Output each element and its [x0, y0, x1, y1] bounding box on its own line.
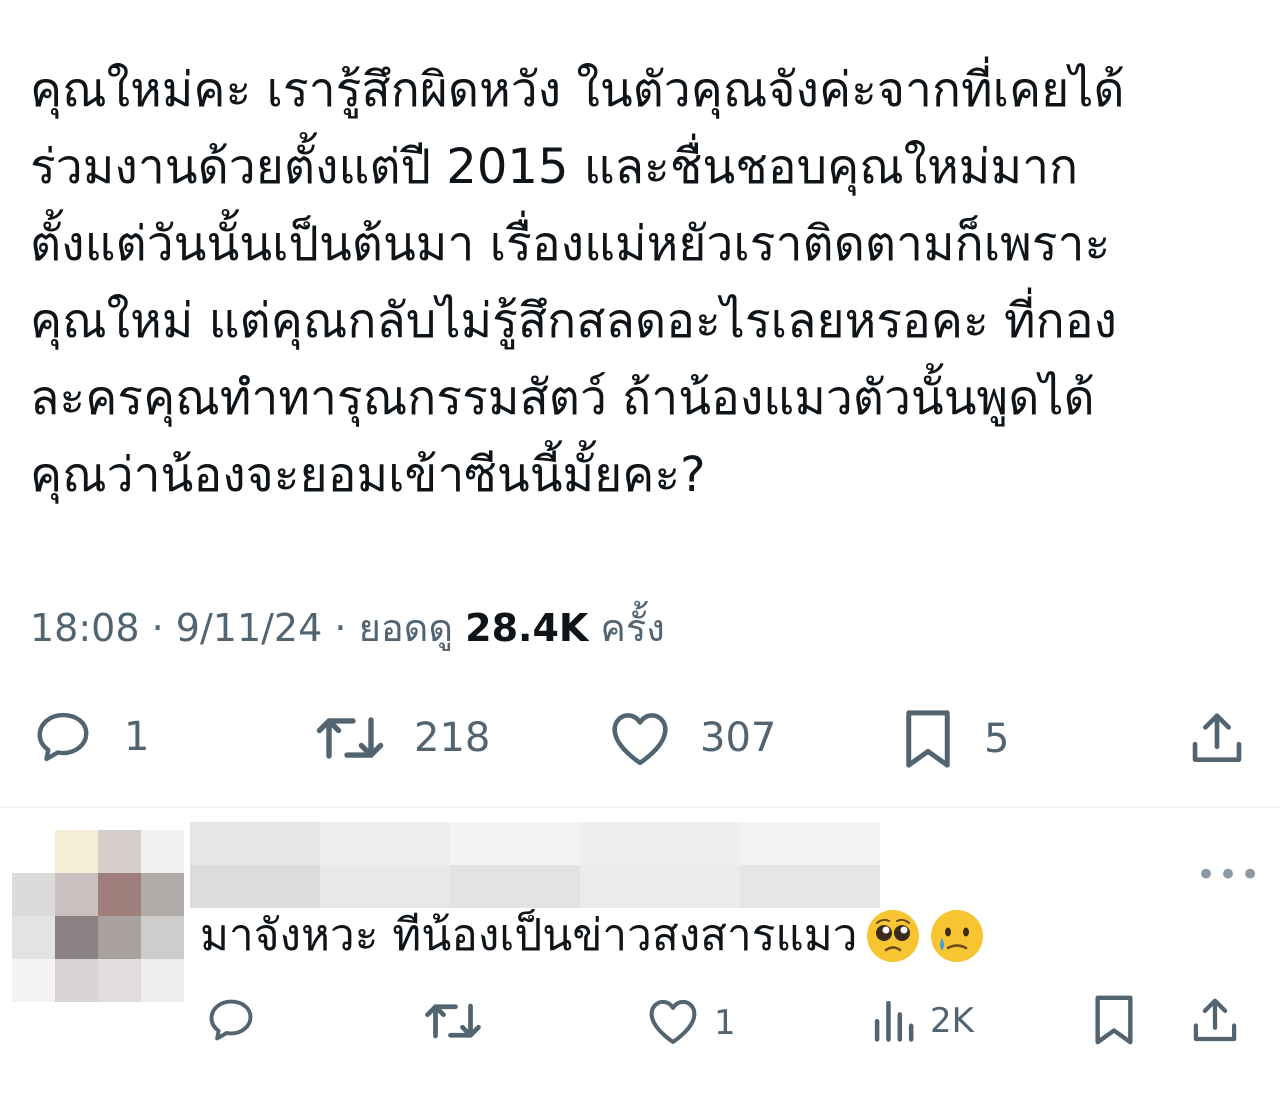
more-options-icon[interactable]: •••: [1196, 855, 1262, 895]
avatar[interactable]: [12, 830, 184, 1002]
heart-icon: [608, 708, 672, 768]
analytics-icon: [870, 994, 916, 1048]
reply-views-count: 2K: [930, 1001, 974, 1041]
views-suffix: ครั้ง: [600, 606, 665, 650]
reply-icon: [30, 706, 96, 768]
meta-separator: ·: [334, 606, 347, 650]
reply-text: มาจังหวะ ทีน้องเป็นข่าวสงสารแมว: [200, 906, 985, 966]
views-label: ยอดดู: [358, 606, 454, 650]
reply-text-content: มาจังหวะ ทีน้องเป็นข่าวสงสารแมว: [200, 910, 858, 961]
heart-icon: [646, 996, 700, 1050]
like-count: 307: [700, 715, 777, 761]
reply-views-button[interactable]: 2K: [870, 994, 974, 1048]
reply-count: 1: [124, 714, 150, 760]
retweet-icon: [314, 708, 386, 768]
reply-author-blurred[interactable]: [190, 822, 880, 908]
reply-reply-button[interactable]: [204, 994, 258, 1050]
tweet-text-line: ร่วมงานด้วยตั้งแต่ปี 2015 และชื่นชอบคุณใ…: [30, 139, 1079, 195]
tweet-date[interactable]: 9/11/24: [176, 606, 323, 650]
reply-retweet-button[interactable]: [422, 996, 484, 1050]
like-button[interactable]: 307: [608, 708, 776, 768]
tweet-text-line: ตั้งแต่วันนั้นเป็นต้นมา เรื่องแม่หยัวเรา…: [30, 216, 1111, 272]
reply-like-button[interactable]: 1: [646, 996, 736, 1050]
tweet-time[interactable]: 18:08: [30, 606, 140, 650]
reply-button[interactable]: 1: [30, 706, 149, 768]
tweet-text-line: คุณใหม่คะ เรารู้สึกผิดหวัง ในตัวคุณจังค่…: [30, 62, 1125, 118]
views-count[interactable]: 28.4K: [465, 606, 588, 650]
tweet-meta: 18:08 · 9/11/24 · ยอดดู 28.4K ครั้ง: [30, 600, 665, 656]
retweet-icon: [422, 996, 484, 1050]
reply-bookmark-button[interactable]: [1090, 992, 1138, 1052]
reply-icon: [204, 994, 258, 1050]
share-button[interactable]: [1186, 708, 1248, 770]
tweet-text-line: คุณว่าน้องจะยอมเข้าซีนนี้มั้ยคะ?: [30, 447, 706, 503]
bookmark-icon: [1090, 992, 1138, 1052]
divider: [0, 806, 1280, 808]
crying-face-icon: [929, 908, 985, 964]
share-icon: [1186, 708, 1248, 770]
reply-share-button[interactable]: [1188, 994, 1242, 1052]
tweet-text-line: ละครคุณทำทารุณกรรมสัตว์ ถ้าน้องแมวตัวนั้…: [30, 370, 1095, 426]
bookmark-icon: [900, 706, 956, 772]
tweet-text-line: คุณใหม่ แต่คุณกลับไม่รู้สึกสลดอะไรเลยหรอ…: [30, 293, 1117, 349]
reply-like-count: 1: [714, 1003, 736, 1043]
retweet-count: 218: [414, 715, 491, 761]
share-icon: [1188, 994, 1242, 1052]
tweet-text: คุณใหม่คะ เรารู้สึกผิดหวัง ในตัวคุณจังค่…: [30, 52, 1250, 514]
pleading-face-icon: [865, 908, 921, 964]
bookmark-button[interactable]: 5: [900, 706, 1009, 772]
retweet-button[interactable]: 218: [314, 708, 490, 768]
meta-separator: ·: [151, 606, 164, 650]
bookmark-count: 5: [984, 716, 1010, 762]
